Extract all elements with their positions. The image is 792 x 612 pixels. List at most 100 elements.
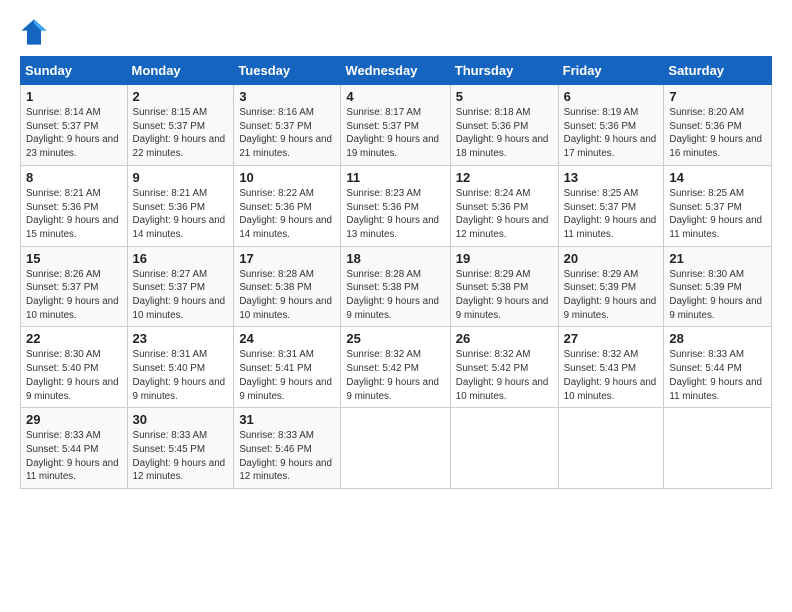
day-info: Sunrise: 8:32 AM Sunset: 5:42 PM Dayligh… <box>456 348 553 403</box>
day-number: 15 <box>26 251 122 266</box>
day-number: 19 <box>456 251 553 266</box>
day-number: 28 <box>669 331 766 346</box>
day-number: 6 <box>564 89 659 104</box>
day-number: 30 <box>133 412 229 427</box>
calendar-cell: 28 Sunrise: 8:33 AM Sunset: 5:44 PM Dayl… <box>664 327 772 408</box>
calendar-cell: 8 Sunrise: 8:21 AM Sunset: 5:36 PM Dayli… <box>21 165 128 246</box>
dow-sunday: Sunday <box>21 57 128 85</box>
dow-friday: Friday <box>558 57 664 85</box>
day-info: Sunrise: 8:21 AM Sunset: 5:36 PM Dayligh… <box>133 187 229 242</box>
calendar-cell: 7 Sunrise: 8:20 AM Sunset: 5:36 PM Dayli… <box>664 85 772 166</box>
day-number: 7 <box>669 89 766 104</box>
calendar-cell: 21 Sunrise: 8:30 AM Sunset: 5:39 PM Dayl… <box>664 246 772 327</box>
day-number: 10 <box>239 170 335 185</box>
dow-wednesday: Wednesday <box>341 57 450 85</box>
week-row-2: 8 Sunrise: 8:21 AM Sunset: 5:36 PM Dayli… <box>21 165 772 246</box>
calendar-cell: 3 Sunrise: 8:16 AM Sunset: 5:37 PM Dayli… <box>234 85 341 166</box>
day-number: 24 <box>239 331 335 346</box>
day-number: 22 <box>26 331 122 346</box>
logo-icon <box>20 18 48 46</box>
logo <box>20 18 52 46</box>
day-info: Sunrise: 8:24 AM Sunset: 5:36 PM Dayligh… <box>456 187 553 242</box>
day-of-week-row: SundayMondayTuesdayWednesdayThursdayFrid… <box>21 57 772 85</box>
calendar-cell: 1 Sunrise: 8:14 AM Sunset: 5:37 PM Dayli… <box>21 85 128 166</box>
calendar-cell: 10 Sunrise: 8:22 AM Sunset: 5:36 PM Dayl… <box>234 165 341 246</box>
day-info: Sunrise: 8:20 AM Sunset: 5:36 PM Dayligh… <box>669 106 766 161</box>
day-number: 9 <box>133 170 229 185</box>
day-number: 2 <box>133 89 229 104</box>
day-number: 23 <box>133 331 229 346</box>
day-number: 4 <box>346 89 444 104</box>
calendar-cell: 15 Sunrise: 8:26 AM Sunset: 5:37 PM Dayl… <box>21 246 128 327</box>
calendar-cell: 9 Sunrise: 8:21 AM Sunset: 5:36 PM Dayli… <box>127 165 234 246</box>
day-info: Sunrise: 8:17 AM Sunset: 5:37 PM Dayligh… <box>346 106 444 161</box>
calendar-cell: 24 Sunrise: 8:31 AM Sunset: 5:41 PM Dayl… <box>234 327 341 408</box>
day-info: Sunrise: 8:23 AM Sunset: 5:36 PM Dayligh… <box>346 187 444 242</box>
day-info: Sunrise: 8:16 AM Sunset: 5:37 PM Dayligh… <box>239 106 335 161</box>
week-row-5: 29 Sunrise: 8:33 AM Sunset: 5:44 PM Dayl… <box>21 408 772 489</box>
day-info: Sunrise: 8:29 AM Sunset: 5:39 PM Dayligh… <box>564 268 659 323</box>
day-info: Sunrise: 8:30 AM Sunset: 5:40 PM Dayligh… <box>26 348 122 403</box>
day-info: Sunrise: 8:19 AM Sunset: 5:36 PM Dayligh… <box>564 106 659 161</box>
day-info: Sunrise: 8:22 AM Sunset: 5:36 PM Dayligh… <box>239 187 335 242</box>
day-info: Sunrise: 8:33 AM Sunset: 5:46 PM Dayligh… <box>239 429 335 484</box>
calendar-cell: 12 Sunrise: 8:24 AM Sunset: 5:36 PM Dayl… <box>450 165 558 246</box>
calendar-cell: 17 Sunrise: 8:28 AM Sunset: 5:38 PM Dayl… <box>234 246 341 327</box>
day-number: 20 <box>564 251 659 266</box>
day-info: Sunrise: 8:31 AM Sunset: 5:41 PM Dayligh… <box>239 348 335 403</box>
day-number: 13 <box>564 170 659 185</box>
day-number: 18 <box>346 251 444 266</box>
day-number: 8 <box>26 170 122 185</box>
day-info: Sunrise: 8:18 AM Sunset: 5:36 PM Dayligh… <box>456 106 553 161</box>
calendar-cell: 20 Sunrise: 8:29 AM Sunset: 5:39 PM Dayl… <box>558 246 664 327</box>
week-row-4: 22 Sunrise: 8:30 AM Sunset: 5:40 PM Dayl… <box>21 327 772 408</box>
day-number: 21 <box>669 251 766 266</box>
week-row-3: 15 Sunrise: 8:26 AM Sunset: 5:37 PM Dayl… <box>21 246 772 327</box>
calendar-cell <box>558 408 664 489</box>
calendar-cell: 25 Sunrise: 8:32 AM Sunset: 5:42 PM Dayl… <box>341 327 450 408</box>
calendar-cell <box>341 408 450 489</box>
day-info: Sunrise: 8:30 AM Sunset: 5:39 PM Dayligh… <box>669 268 766 323</box>
day-number: 16 <box>133 251 229 266</box>
calendar-cell: 13 Sunrise: 8:25 AM Sunset: 5:37 PM Dayl… <box>558 165 664 246</box>
day-info: Sunrise: 8:14 AM Sunset: 5:37 PM Dayligh… <box>26 106 122 161</box>
calendar-cell: 5 Sunrise: 8:18 AM Sunset: 5:36 PM Dayli… <box>450 85 558 166</box>
day-number: 5 <box>456 89 553 104</box>
calendar-cell: 11 Sunrise: 8:23 AM Sunset: 5:36 PM Dayl… <box>341 165 450 246</box>
day-number: 12 <box>456 170 553 185</box>
day-number: 3 <box>239 89 335 104</box>
day-number: 29 <box>26 412 122 427</box>
calendar-cell: 19 Sunrise: 8:29 AM Sunset: 5:38 PM Dayl… <box>450 246 558 327</box>
calendar-body: 1 Sunrise: 8:14 AM Sunset: 5:37 PM Dayli… <box>21 85 772 489</box>
week-row-1: 1 Sunrise: 8:14 AM Sunset: 5:37 PM Dayli… <box>21 85 772 166</box>
day-number: 17 <box>239 251 335 266</box>
day-info: Sunrise: 8:31 AM Sunset: 5:40 PM Dayligh… <box>133 348 229 403</box>
calendar-cell: 22 Sunrise: 8:30 AM Sunset: 5:40 PM Dayl… <box>21 327 128 408</box>
dow-saturday: Saturday <box>664 57 772 85</box>
day-info: Sunrise: 8:33 AM Sunset: 5:44 PM Dayligh… <box>26 429 122 484</box>
day-info: Sunrise: 8:33 AM Sunset: 5:44 PM Dayligh… <box>669 348 766 403</box>
calendar-cell: 16 Sunrise: 8:27 AM Sunset: 5:37 PM Dayl… <box>127 246 234 327</box>
day-info: Sunrise: 8:28 AM Sunset: 5:38 PM Dayligh… <box>239 268 335 323</box>
day-number: 14 <box>669 170 766 185</box>
day-info: Sunrise: 8:21 AM Sunset: 5:36 PM Dayligh… <box>26 187 122 242</box>
dow-tuesday: Tuesday <box>234 57 341 85</box>
day-number: 26 <box>456 331 553 346</box>
dow-thursday: Thursday <box>450 57 558 85</box>
day-number: 11 <box>346 170 444 185</box>
calendar-cell: 4 Sunrise: 8:17 AM Sunset: 5:37 PM Dayli… <box>341 85 450 166</box>
calendar-cell: 31 Sunrise: 8:33 AM Sunset: 5:46 PM Dayl… <box>234 408 341 489</box>
day-info: Sunrise: 8:29 AM Sunset: 5:38 PM Dayligh… <box>456 268 553 323</box>
calendar-cell: 2 Sunrise: 8:15 AM Sunset: 5:37 PM Dayli… <box>127 85 234 166</box>
dow-monday: Monday <box>127 57 234 85</box>
day-info: Sunrise: 8:15 AM Sunset: 5:37 PM Dayligh… <box>133 106 229 161</box>
day-info: Sunrise: 8:26 AM Sunset: 5:37 PM Dayligh… <box>26 268 122 323</box>
calendar-cell <box>664 408 772 489</box>
header <box>20 18 772 46</box>
day-number: 31 <box>239 412 335 427</box>
calendar-cell: 14 Sunrise: 8:25 AM Sunset: 5:37 PM Dayl… <box>664 165 772 246</box>
calendar-cell: 29 Sunrise: 8:33 AM Sunset: 5:44 PM Dayl… <box>21 408 128 489</box>
calendar-cell: 23 Sunrise: 8:31 AM Sunset: 5:40 PM Dayl… <box>127 327 234 408</box>
day-info: Sunrise: 8:32 AM Sunset: 5:43 PM Dayligh… <box>564 348 659 403</box>
day-info: Sunrise: 8:27 AM Sunset: 5:37 PM Dayligh… <box>133 268 229 323</box>
